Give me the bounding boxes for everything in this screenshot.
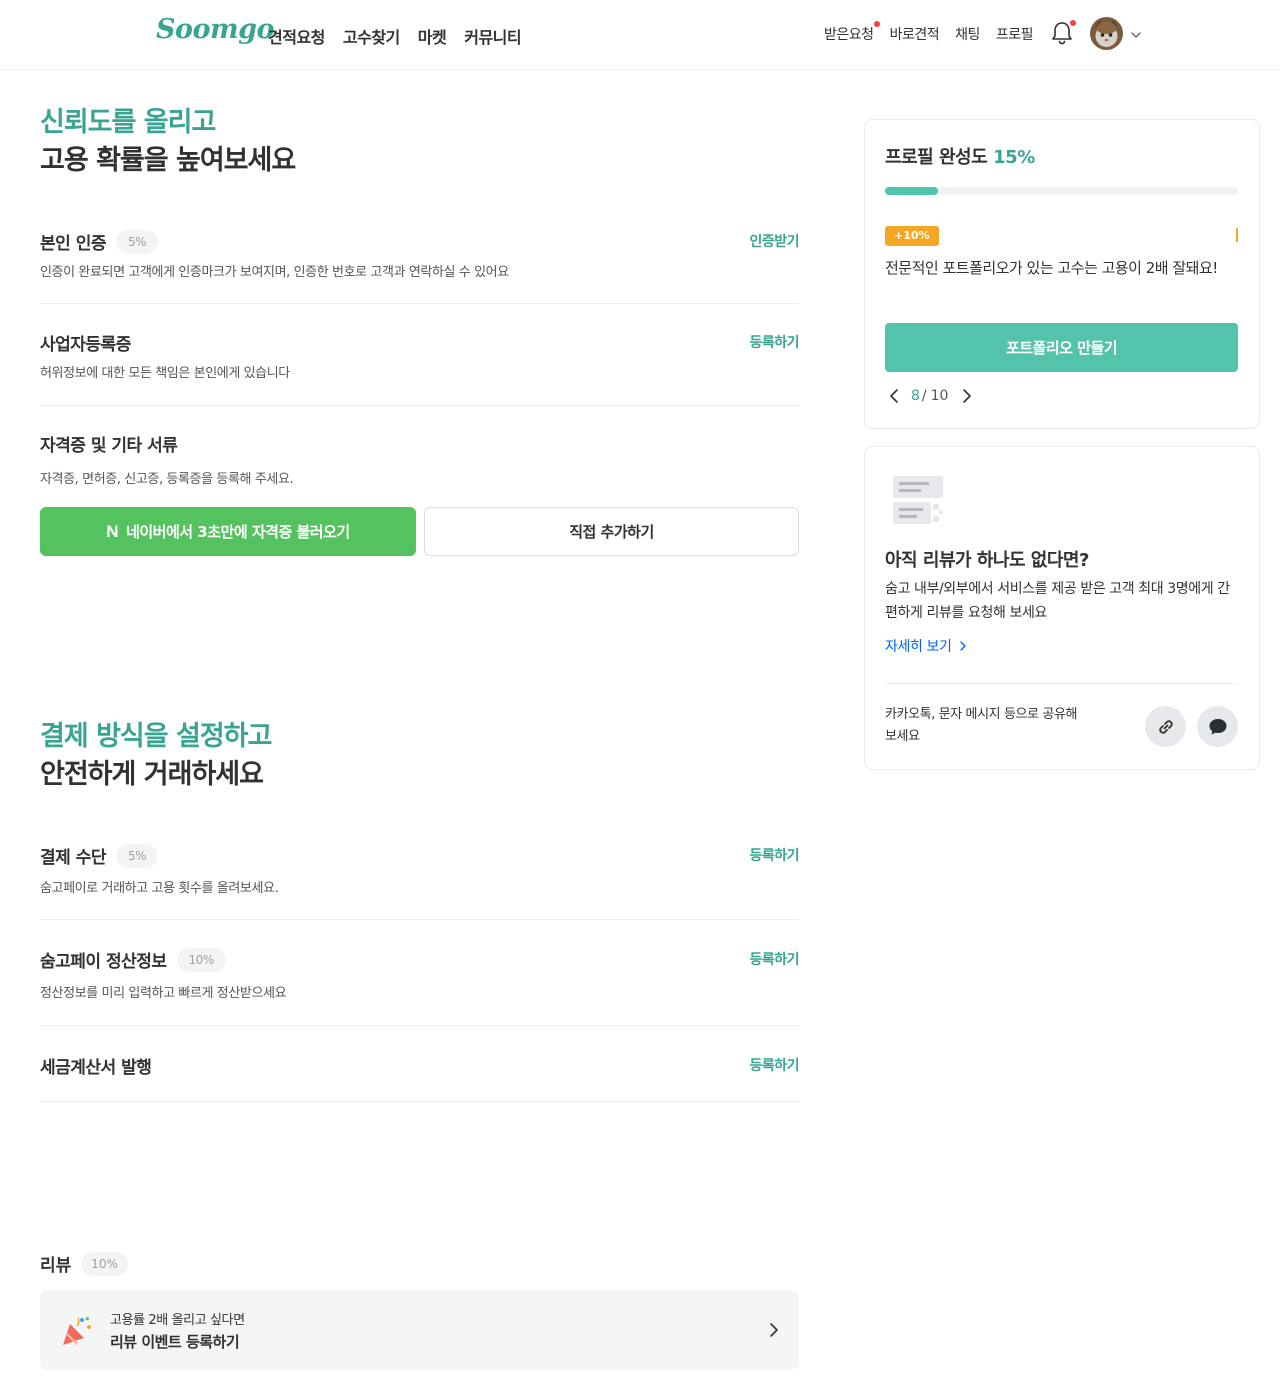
nav-profile[interactable]: 프로필 <box>996 24 1034 44</box>
nav-quote-request[interactable]: 견적요청 <box>268 24 325 48</box>
register-link[interactable]: 등록하기 <box>749 332 799 352</box>
review-title-label: 리뷰 <box>40 1256 72 1276</box>
link-icon[interactable] <box>1145 706 1186 747</box>
tax-invoice-title: 세금계산서 발행 <box>40 1053 152 1078</box>
chat-bubble-icon[interactable] <box>1197 706 1238 747</box>
nav-market[interactable]: 마켓 <box>418 24 447 48</box>
nav-find-pro[interactable]: 고수찾기 <box>343 24 400 48</box>
register-link[interactable]: 등록하기 <box>749 949 799 969</box>
naver-import-button[interactable]: N 네이버에서 3초만에 자격증 불러오기 <box>40 507 416 556</box>
notification-dot <box>873 21 880 27</box>
naver-import-label: 네이버에서 3초만에 자격증 불러오기 <box>126 523 350 541</box>
party-popper-icon <box>60 1314 94 1348</box>
learn-more-label: 자세히 보기 <box>885 639 952 655</box>
percent-badge: 5% <box>115 843 159 868</box>
profile-progress-bar <box>885 187 1238 195</box>
bonus-badge: +10% <box>885 226 939 246</box>
payment-section-heading: 결제 방식을 설정하고 안전하게 거래하세요 <box>40 718 272 794</box>
naver-n-icon: N <box>106 521 119 541</box>
identity-verification-desc: 인증이 완료되면 고객에게 인증마크가 보여지며, 인증한 번호로 고객과 연락… <box>40 265 509 280</box>
pager-total: 10 <box>930 388 949 404</box>
payment-method-row: 결제 수단 5% 숨고페이로 거래하고 고용 횟수를 올려보세요. 등록하기 <box>40 843 799 920</box>
carousel-edge-marker <box>1236 228 1238 242</box>
top-header: Soomgo 견적요청 고수찾기 마켓 커뮤니티 받은요청 바로견적 채팅 프로… <box>0 0 1280 70</box>
pager-current: 8 <box>911 388 920 404</box>
add-directly-button[interactable]: 직접 추가하기 <box>424 507 799 556</box>
chevron-left-icon[interactable] <box>885 387 903 405</box>
identity-verification-row: 본인 인증 5% 인증이 완료되면 고객에게 인증마크가 보여지며, 인증한 번… <box>40 229 799 304</box>
identity-verification-title: 본인 인증 5% <box>40 229 159 254</box>
percent-badge: 5% <box>115 229 159 254</box>
divider <box>885 683 1238 684</box>
user-nav: 받은요청 바로견적 채팅 프로필 <box>824 21 1034 44</box>
settlement-info-title: 숨고페이 정산정보 10% <box>40 947 226 972</box>
trust-section-heading: 신뢰도를 올리고 고용 확률을 높여보세요 <box>40 104 296 180</box>
settlement-info-desc: 정산정보를 미리 입력하고 빠르게 정산받으세요 <box>40 986 287 1001</box>
review-event-banner[interactable]: 고용률 2배 올리고 싶다면 리뷰 이벤트 등록하기 <box>40 1290 799 1370</box>
soomgo-logo[interactable]: Soomgo <box>156 14 274 45</box>
certificates-title: 자격증 및 기타 서류 <box>40 431 178 456</box>
certificates-desc: 자격증, 면허증, 신고증, 등록증을 등록해 주세요. <box>40 472 294 487</box>
review-request-card: 아직 리뷰가 하나도 없다면? 숨고 내부/외부에서 서비스를 제공 받은 고객… <box>864 446 1260 770</box>
row-title-label: 본인 인증 <box>40 234 106 254</box>
profile-completion-label: 프로필 완성도 <box>885 147 988 168</box>
nav-received-requests[interactable]: 받은요청 <box>824 21 880 44</box>
business-license-desc: 허위정보에 대한 모든 책임은 본인에게 있습니다 <box>40 366 290 381</box>
avatar[interactable] <box>1090 17 1123 50</box>
profile-completion-title: 프로필 완성도 15% <box>885 143 1035 169</box>
row-title-label: 사업자등록증 <box>40 335 131 355</box>
document-icon <box>891 474 945 526</box>
profile-completion-percent: 15% <box>993 147 1035 168</box>
settlement-info-row: 숨고페이 정산정보 10% 정산정보를 미리 입력하고 빠르게 정산받으세요 등… <box>40 947 799 1026</box>
share-hint-text: 카카오톡, 문자 메시지 등으로 공유해 보세요 <box>885 707 1078 744</box>
chevron-down-icon[interactable] <box>1130 26 1142 38</box>
chevron-right-icon <box>957 640 969 652</box>
review-section-title: 리뷰 10% <box>40 1251 128 1276</box>
register-link[interactable]: 등록하기 <box>749 845 799 865</box>
trust-heading-main: 고용 확률을 높여보세요 <box>40 145 296 176</box>
chevron-right-icon[interactable] <box>958 387 976 405</box>
tax-invoice-row: 세금계산서 발행 등록하기 <box>40 1053 799 1102</box>
row-title-label: 세금계산서 발행 <box>40 1058 152 1078</box>
create-portfolio-button[interactable]: 포트폴리오 만들기 <box>885 323 1238 372</box>
row-title-label: 결제 수단 <box>40 848 106 868</box>
review-banner-subtitle: 고용률 2배 올리고 싶다면 <box>110 1313 245 1328</box>
business-license-row: 사업자등록증 허위정보에 대한 모든 책임은 본인에게 있습니다 등록하기 <box>40 330 799 406</box>
percent-badge: 10% <box>81 1251 128 1276</box>
payment-method-title: 결제 수단 5% <box>40 843 159 868</box>
nav-chat[interactable]: 채팅 <box>955 24 980 44</box>
certificates-row: 자격증 및 기타 서류 자격증, 면허증, 신고증, 등록증을 등록해 주세요. <box>40 431 799 491</box>
nav-received-requests-label: 받은요청 <box>824 27 874 43</box>
main-nav: 견적요청 고수찾기 마켓 커뮤니티 <box>268 24 539 48</box>
notification-dot <box>1070 20 1076 26</box>
payment-heading-accent: 결제 방식을 설정하고 <box>40 721 272 752</box>
chevron-right-icon <box>767 1322 781 1338</box>
portfolio-tip-text: 전문적인 포트폴리오가 있는 고수는 고용이 2배 잘돼요! <box>885 259 1218 277</box>
profile-progress-fill <box>885 187 938 195</box>
percent-badge: 10% <box>176 947 226 972</box>
nav-community[interactable]: 커뮤니티 <box>464 24 521 48</box>
bell-icon[interactable] <box>1050 20 1076 46</box>
payment-heading-main: 안전하게 거래하세요 <box>40 759 264 790</box>
trust-heading-accent: 신뢰도를 올리고 <box>40 107 216 138</box>
profile-completion-card: 프로필 완성도 15% +10% 전문적인 포트폴리오가 있는 고수는 고용이 2… <box>864 119 1260 429</box>
business-license-title: 사업자등록증 <box>40 330 131 355</box>
no-reviews-title: 아직 리뷰가 하나도 없다면? <box>885 550 1089 571</box>
register-link[interactable]: 등록하기 <box>749 1055 799 1075</box>
nav-instant-quote[interactable]: 바로견적 <box>890 24 940 44</box>
row-title-label: 숨고페이 정산정보 <box>40 952 167 972</box>
tip-pager: 8 / 10 <box>885 387 976 405</box>
no-reviews-desc: 숨고 내부/외부에서 서비스를 제공 받은 고객 최대 3명에게 간편하게 리뷰… <box>885 581 1230 621</box>
pager-separator: / <box>921 388 927 404</box>
learn-more-link[interactable]: 자세히 보기 <box>885 636 969 656</box>
row-title-label: 자격증 및 기타 서류 <box>40 436 178 456</box>
review-banner-title: 리뷰 이벤트 등록하기 <box>110 1333 240 1351</box>
payment-method-desc: 숨고페이로 거래하고 고용 횟수를 올려보세요. <box>40 881 279 896</box>
verify-link[interactable]: 인증받기 <box>749 231 799 251</box>
